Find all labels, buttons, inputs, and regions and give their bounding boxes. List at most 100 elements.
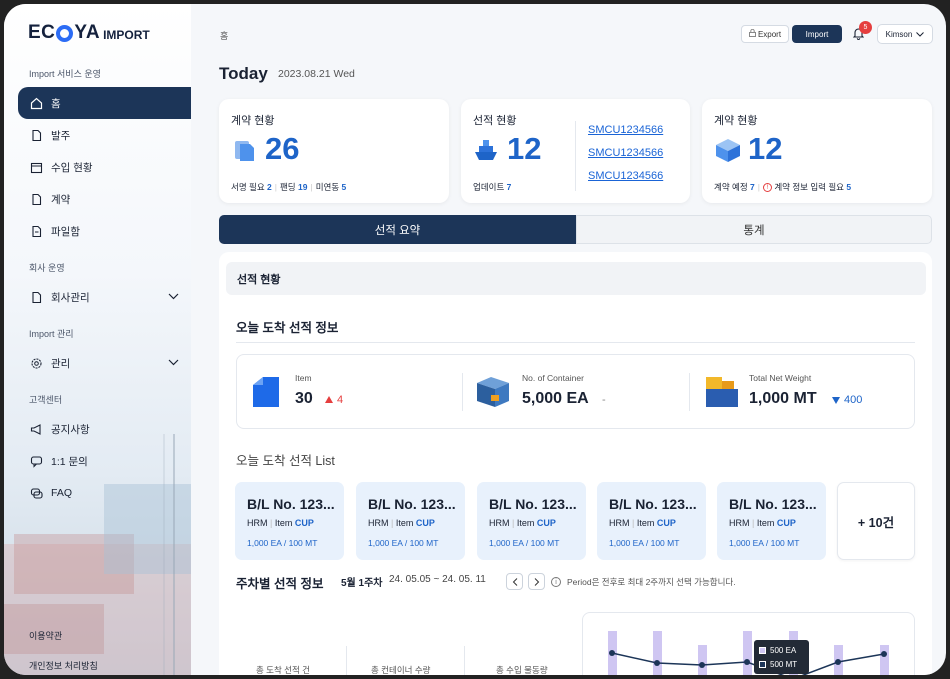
card-subinfo: 계약 예정 7 |! 계약 정보 입력 필요 5 [714,182,852,193]
bl-cup: CUP [415,518,435,528]
bl-card[interactable]: B/L No. 123... HRM | Item CUP 1,000 EA /… [235,482,344,560]
terms-link[interactable]: 이용약관 [29,629,62,642]
bl-meta: HRM | Item CUP [247,518,314,528]
bl-card[interactable]: B/L No. 123... HRM | Item CUP 1,000 EA /… [477,482,586,560]
summary-label: 총 수입 물동량 [496,665,548,675]
chart-bar [880,645,889,675]
tab-statistics[interactable]: 통계 [576,215,932,244]
sidebar-item-import-status[interactable]: 수입 현황 [18,151,191,183]
sidebar-item-label: 계약 [51,193,71,206]
tab-shipping-summary[interactable]: 선적 요약 [219,215,576,244]
chart-point [744,659,750,665]
box-icon [714,137,742,168]
stat-label: Total Net Weight [749,373,812,383]
bl-quantity: 1,000 EA / 100 MT [729,538,800,548]
bl-item: Item [636,518,655,528]
sidebar-item-contract[interactable]: 계약 [18,183,191,215]
sidebar-item-notice[interactable]: 공지사항 [18,413,191,445]
sidebar-item-label: 1:1 문의 [51,455,88,468]
bl-item: Item [756,518,775,528]
sub-value: 5 [846,182,852,192]
contract-icon [30,193,43,206]
sidebar-item-manage[interactable]: 관리 [18,347,191,379]
sub-label: 팬딩 [279,182,296,192]
cargo-icon [702,375,738,414]
sidebar-item-home[interactable]: 홈 [18,87,191,119]
privacy-link[interactable]: 개인정보 처리방침 [29,659,98,672]
container-icon [475,375,511,414]
bl-hrm: HRM [609,518,630,528]
sidebar-item-label: 회사관리 [51,291,90,304]
chart-point [835,659,841,665]
sidebar-item-company[interactable]: 회사관리 [18,281,191,313]
divider [462,373,463,411]
bl-number: B/L No. 123... [609,496,697,512]
bl-number: B/L No. 123... [729,496,817,512]
container-link[interactable]: SMCU1234566 [588,124,663,136]
sidebar-item-label: 파일함 [51,225,80,238]
breadcrumb[interactable]: 홈 [220,29,228,42]
period-note: Period은 전후로 최대 2주까지 선택 가능합니다. [567,577,736,587]
bl-quantity: 1,000 EA / 100 MT [489,538,560,548]
bl-quantity: 1,000 EA / 100 MT [368,538,439,548]
tooltip-ea: 500 EA [770,645,797,655]
bl-quantity: 1,000 EA / 100 MT [247,538,318,548]
chevron-down-icon [916,30,925,39]
more-bl-button[interactable]: + 10건 [837,482,915,560]
logo[interactable]: EC YA IMPORT [28,22,150,44]
sidebar-item-label: 발주 [51,129,71,142]
bl-hrm: HRM [368,518,389,528]
bl-card[interactable]: B/L No. 123... HRM | Item CUP 1,000 EA /… [717,482,826,560]
section-label: 고객센터 [29,395,63,405]
megaphone-icon [30,423,43,436]
section-title: 오늘 도착 선적 정보 [236,321,339,335]
sidebar-item-faq[interactable]: FAQ [18,477,191,509]
sidebar-item-order[interactable]: 발주 [18,119,191,151]
section-label: Import 서비스 운영 [29,69,101,79]
section-label: Import 관리 [29,329,74,339]
chevron-down-icon[interactable] [168,357,179,369]
user-menu[interactable]: Kimson [877,24,933,44]
sidebar-item-label: 관리 [51,357,71,370]
bl-card[interactable]: B/L No. 123... HRM | Item CUP 1,000 EA /… [597,482,706,560]
stat-change: 400 [844,394,863,406]
import-button[interactable]: Import [792,25,842,43]
sidebar-item-files[interactable]: 파일함 [18,215,191,247]
export-button[interactable]: Export [741,25,789,43]
chart-point [881,651,887,657]
date-range: 24. 05.05 ~ 24. 05. 11 [389,574,486,585]
bl-hrm: HRM [729,518,750,528]
chevron-down-icon[interactable] [168,291,179,303]
container-link[interactable]: SMCU1234566 [588,147,663,159]
summary-label: 총 컨테이너 수량 [371,665,431,675]
sub-label: 미연동 [315,182,340,192]
divider [689,373,690,411]
app-window: EC YA IMPORT Import 서비스 운영 홈 발주 수입 현황 계약… [4,4,946,675]
prev-week-button[interactable] [506,573,523,590]
stat-value: 1,000 MT [749,390,817,407]
stat-value: 5,000 EA [522,390,589,407]
bl-card[interactable]: B/L No. 123... HRM | Item CUP 1,000 EA /… [356,482,465,560]
sidebar-item-inquiry[interactable]: 1:1 문의 [18,445,191,477]
next-week-button[interactable] [528,573,545,590]
container-link[interactable]: SMCU1234566 [588,170,663,182]
contract-status-card[interactable]: 계약 현황 26 서명 필요 2 | 팬딩 19 | 미연동 5 [219,99,449,203]
lock-icon [748,28,756,39]
logo-text: EC [28,22,56,43]
bl-item: Item [516,518,535,528]
page-title: Today [219,64,268,83]
bl-number: B/L No. 123... [368,496,456,512]
shipping-count: 12 [507,131,542,166]
divider [575,121,576,191]
faq-icon [30,487,43,500]
summary-labels: 총 도착 선적 건 총 컨테이너 수량 총 수입 물동량 [236,616,579,675]
weekly-chart[interactable] [582,612,915,675]
chevron-right-icon [534,577,539,586]
chevron-left-icon [512,577,517,586]
bl-item: Item [395,518,414,528]
bl-meta: HRM | Item CUP [368,518,435,528]
up-triangle-icon [325,396,333,403]
contract-status-card-2[interactable]: 계약 현황 12 계약 예정 7 |! 계약 정보 입력 필요 5 [702,99,932,203]
bl-cup: CUP [536,518,556,528]
stat-label: Item [295,373,312,383]
